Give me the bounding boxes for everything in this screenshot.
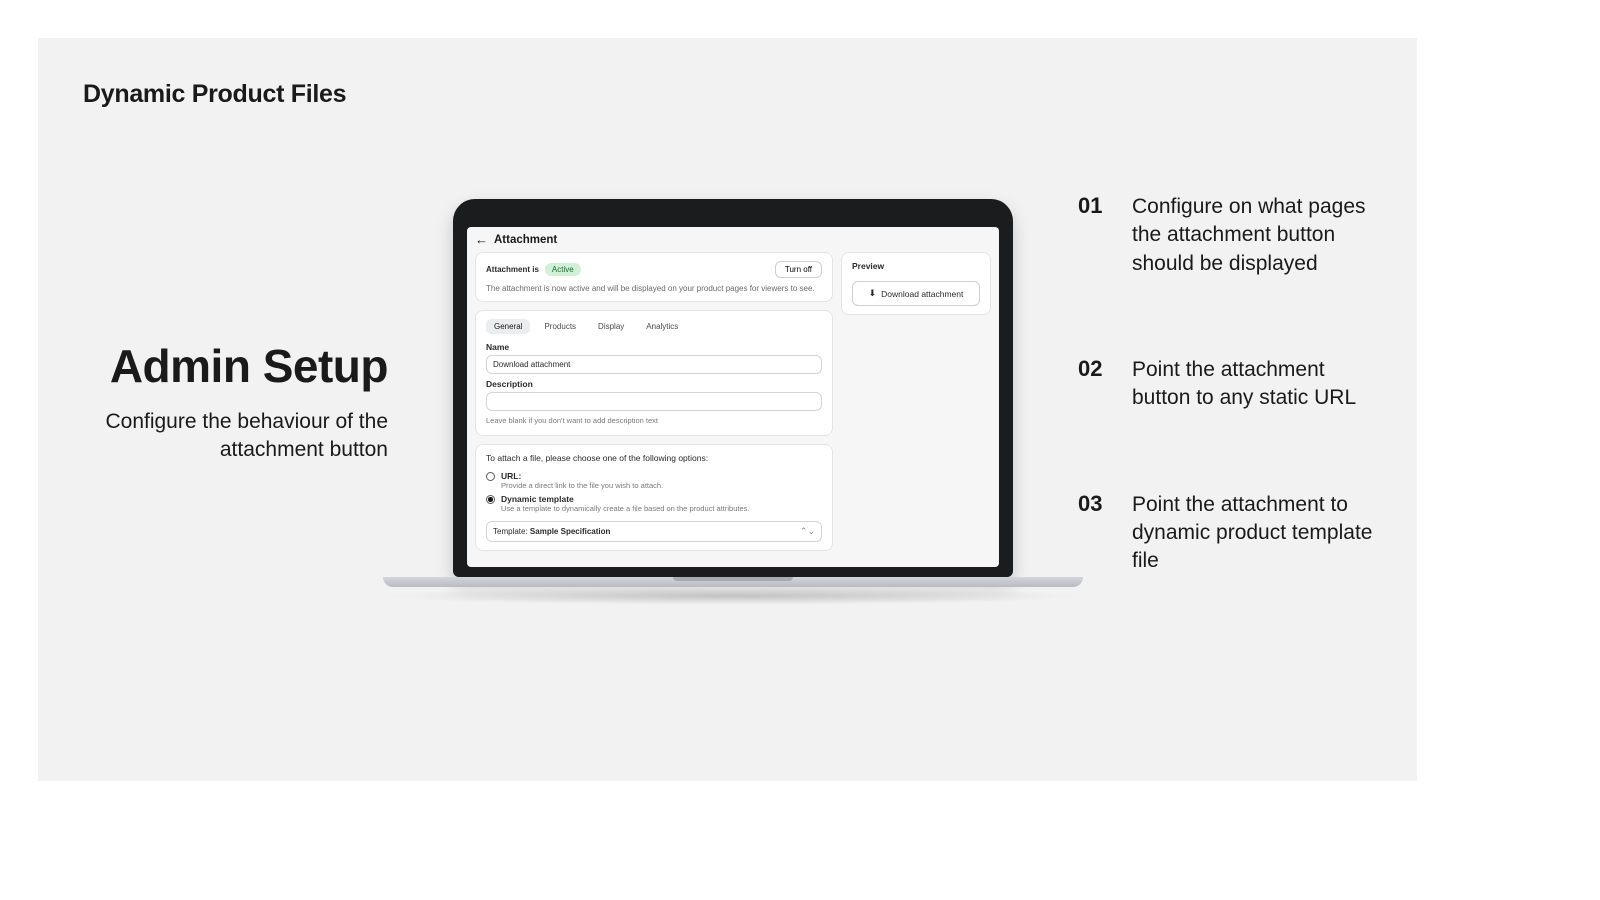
chevron-updown-icon: ⌃⌄ — [800, 526, 815, 537]
tab-products[interactable]: Products — [536, 319, 584, 334]
name-input[interactable] — [486, 355, 822, 374]
screen-title: Attachment — [494, 234, 557, 246]
attach-heading: To attach a file, please choose one of t… — [486, 453, 822, 463]
preview-card: Preview ⬇ Download attachment — [841, 252, 991, 315]
template-select-label: Template: — [493, 527, 528, 536]
status-label: Attachment is — [486, 265, 539, 274]
radio-url[interactable]: URL: Provide a direct link to the file y… — [486, 471, 822, 490]
feature-text: Point the attachment button to any stati… — [1132, 356, 1388, 413]
download-button-label: Download attachment — [881, 289, 963, 299]
feature-number: 01 — [1078, 193, 1114, 278]
feature-list: 01 Configure on what pages the attachmen… — [1078, 193, 1388, 654]
laptop-shadow — [383, 587, 1083, 605]
feature-text: Point the attachment to dynamic product … — [1132, 491, 1388, 576]
page-subtitle: Configure the behaviour of the attachmen… — [93, 408, 388, 465]
attach-card: To attach a file, please choose one of t… — [475, 444, 833, 551]
feature-item: 01 Configure on what pages the attachmen… — [1078, 193, 1388, 278]
slide-canvas: Dynamic Product Files Admin Setup Config… — [38, 38, 1417, 781]
name-label: Name — [486, 342, 822, 352]
radio-url-desc: Provide a direct link to the file you wi… — [501, 481, 663, 490]
description-label: Description — [486, 379, 822, 389]
laptop-base — [383, 577, 1083, 587]
feature-number: 02 — [1078, 356, 1114, 413]
radio-dynamic-label: Dynamic template — [501, 494, 574, 504]
brand-title: Dynamic Product Files — [83, 80, 346, 109]
radio-dynamic-desc: Use a template to dynamically create a f… — [501, 504, 749, 513]
laptop-mockup: ← Attachment Attachment is Active Turn o… — [453, 199, 1083, 605]
preview-label: Preview — [852, 261, 980, 271]
tab-general[interactable]: General — [486, 319, 530, 334]
template-select-value: Sample Specification — [530, 527, 610, 536]
status-badge: Active — [545, 263, 581, 276]
laptop-body: ← Attachment Attachment is Active Turn o… — [453, 199, 1013, 577]
page-title: Admin Setup — [93, 341, 388, 392]
turn-off-button[interactable]: Turn off — [775, 261, 822, 278]
feature-text: Configure on what pages the attachment b… — [1132, 193, 1388, 278]
screen-header: ← Attachment — [475, 233, 991, 246]
radio-url-label: URL: — [501, 471, 521, 481]
status-card: Attachment is Active Turn off The attach… — [475, 252, 833, 302]
radio-icon — [486, 472, 495, 481]
download-icon: ⬇ — [869, 288, 877, 299]
back-arrow-icon[interactable]: ← — [475, 233, 488, 246]
download-attachment-button[interactable]: ⬇ Download attachment — [852, 281, 980, 306]
description-hint: Leave blank if you don't want to add des… — [486, 416, 822, 425]
app-screen: ← Attachment Attachment is Active Turn o… — [467, 227, 999, 567]
tab-analytics[interactable]: Analytics — [638, 319, 686, 334]
feature-number: 03 — [1078, 491, 1114, 576]
status-description: The attachment is now active and will be… — [486, 284, 822, 293]
radio-icon — [486, 495, 495, 504]
radio-dynamic[interactable]: Dynamic template Use a template to dynam… — [486, 494, 822, 513]
template-select[interactable]: Template: Sample Specification ⌃⌄ — [486, 521, 822, 542]
feature-item: 03 Point the attachment to dynamic produ… — [1078, 491, 1388, 576]
tabs: General Products Display Analytics — [486, 319, 822, 334]
general-card: General Products Display Analytics Name … — [475, 310, 833, 436]
feature-item: 02 Point the attachment button to any st… — [1078, 356, 1388, 413]
tab-display[interactable]: Display — [590, 319, 632, 334]
description-input[interactable] — [486, 392, 822, 411]
left-copy: Admin Setup Configure the behaviour of t… — [93, 341, 388, 464]
